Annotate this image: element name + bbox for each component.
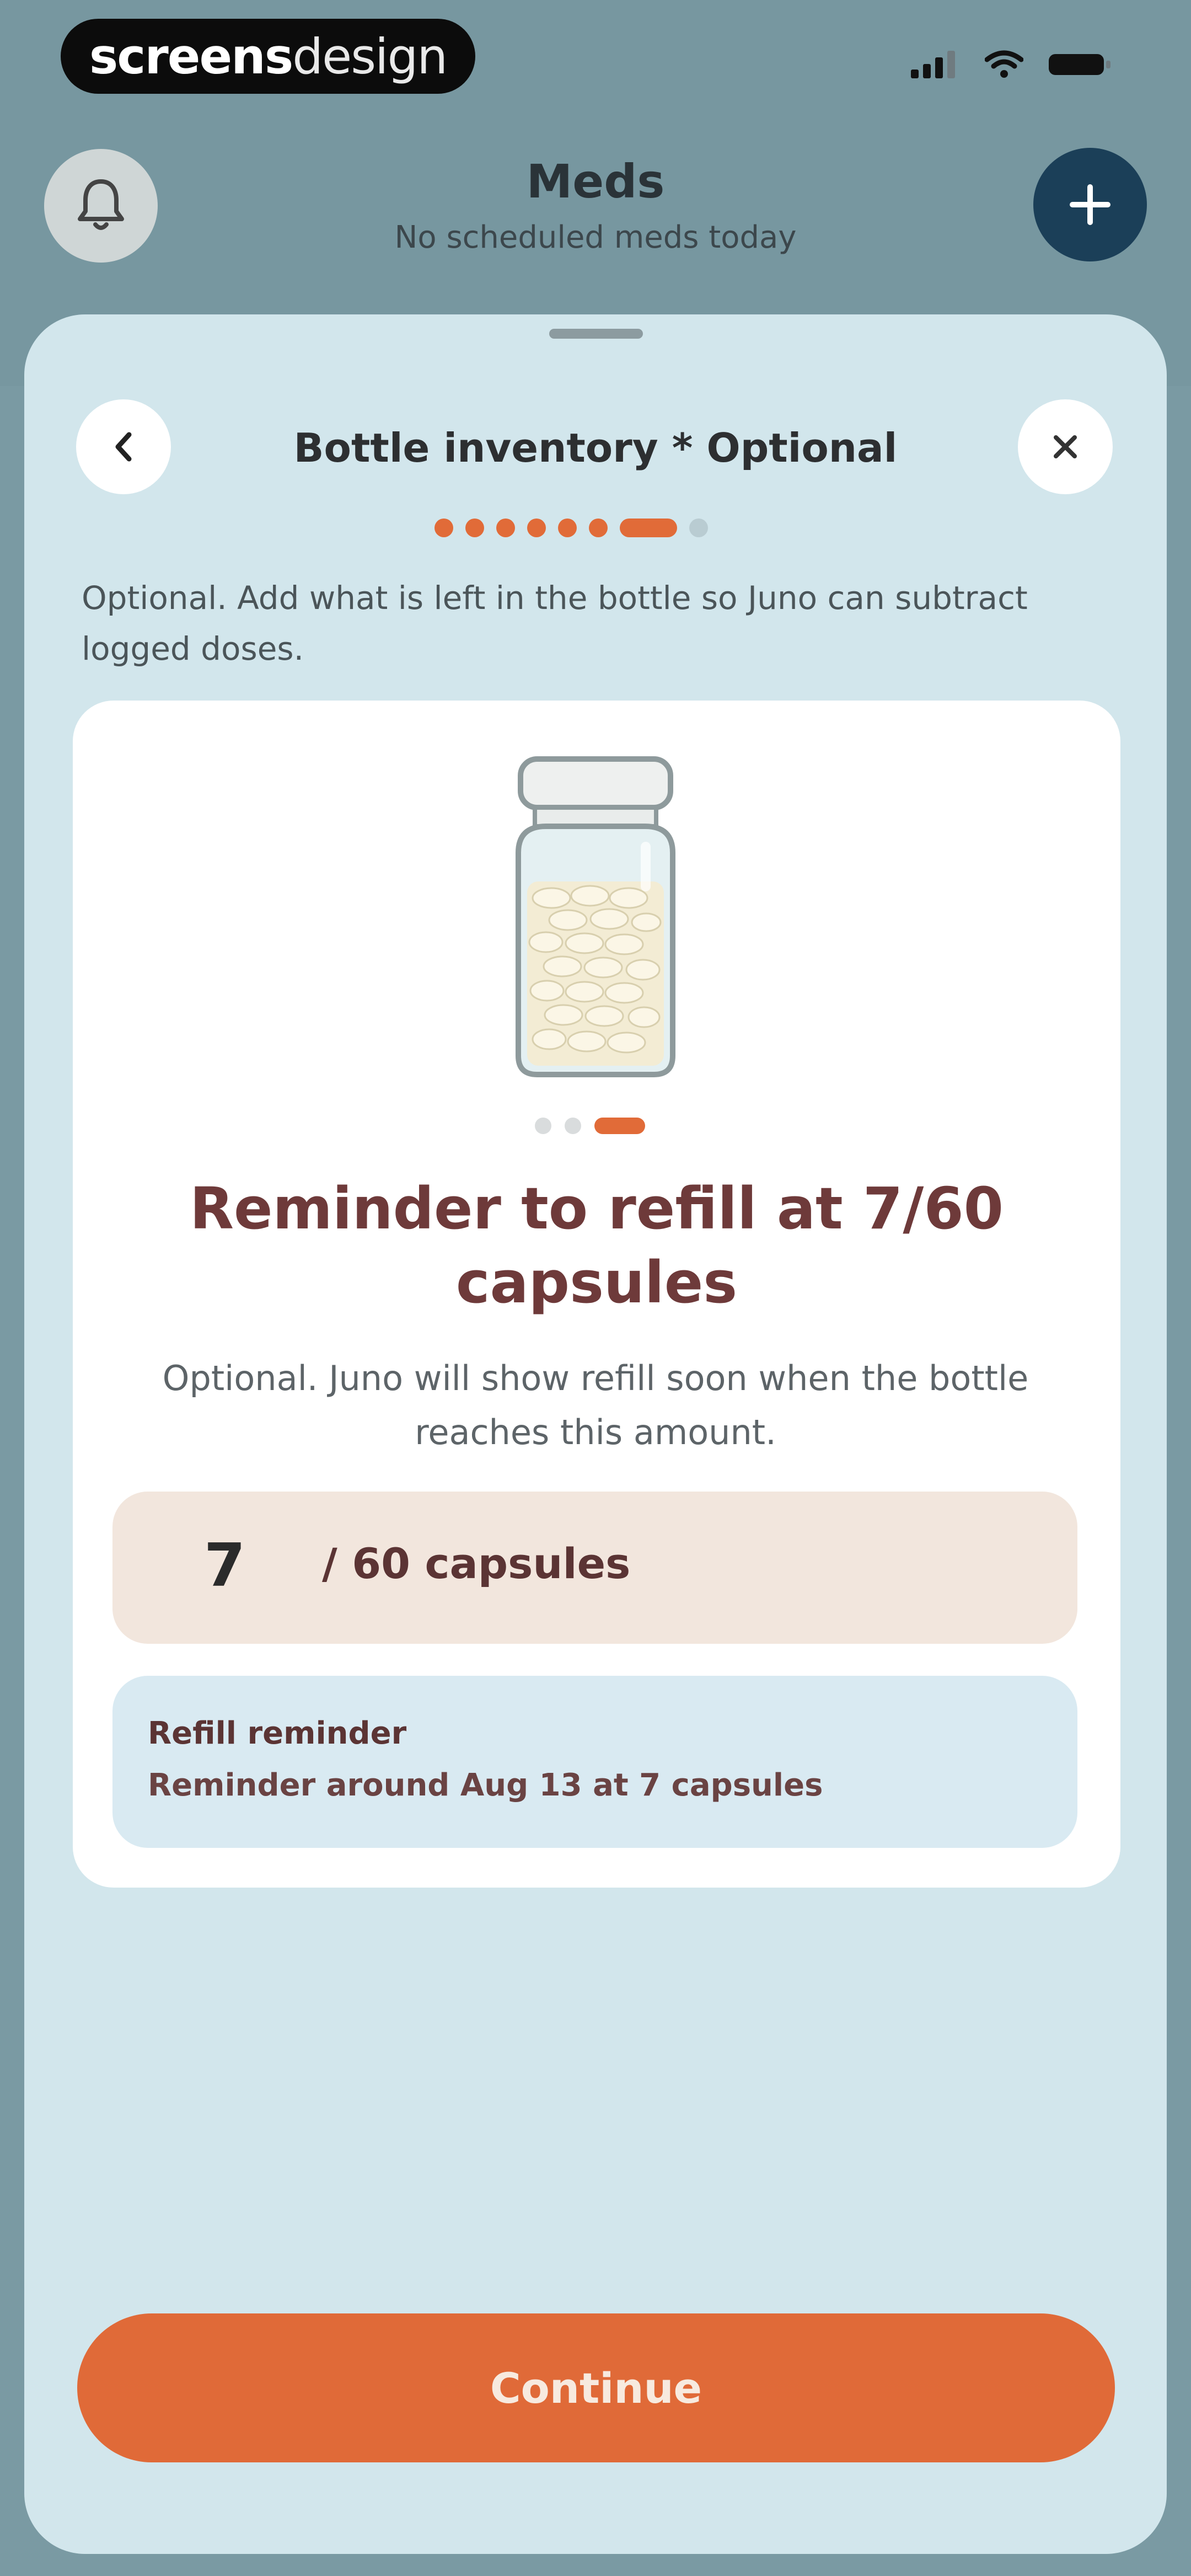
refill-reminder-info <box>112 1676 1077 1848</box>
step-dot <box>558 519 577 537</box>
close-icon <box>1054 435 1077 458</box>
signal-icon <box>911 51 955 78</box>
step-dot <box>589 519 608 537</box>
step-dot <box>465 519 484 537</box>
carousel-dot[interactable] <box>565 1118 581 1134</box>
pill-bottle-illustration <box>516 756 675 1077</box>
refill-headline: Reminder to refill at 7/60 capsules <box>189 1175 1004 1316</box>
refill-subtext: Optional. Juno will show refill soon whe… <box>162 1358 1029 1452</box>
step-dot <box>496 519 515 537</box>
sheet-intro-text: Optional. Add what is left in the bottle… <box>82 579 1028 667</box>
battery-icon <box>1049 54 1110 75</box>
page-subtitle: No scheduled meds today <box>394 220 797 255</box>
illustration-carousel-dots <box>535 1118 645 1134</box>
sheet-grabber[interactable] <box>549 329 643 339</box>
carousel-dot-current[interactable] <box>594 1118 645 1134</box>
refill-amount-unit: / 60 capsules <box>322 1539 631 1588</box>
step-progress <box>434 519 708 537</box>
watermark-badge: screens design <box>61 19 475 94</box>
step-dot-current <box>620 519 677 537</box>
refill-amount-value[interactable]: 7 <box>204 1531 245 1600</box>
watermark-bold: screens <box>89 28 293 85</box>
close-button[interactable] <box>1018 399 1113 494</box>
page-title: Meds <box>526 154 665 209</box>
watermark-light: design <box>292 28 448 85</box>
step-dot <box>434 519 453 537</box>
status-bar <box>911 50 1114 78</box>
refill-reminder-title: Refill reminder <box>148 1715 407 1751</box>
carousel-dot[interactable] <box>535 1118 551 1134</box>
wifi-icon <box>985 50 1023 78</box>
add-med-button[interactable] <box>1033 148 1147 261</box>
step-dot <box>527 519 546 537</box>
sheet-title: Bottle inventory * Optional <box>293 425 898 471</box>
refill-reminder-text: Reminder around Aug 13 at 7 capsules <box>148 1767 823 1803</box>
step-dot <box>689 519 708 537</box>
continue-button[interactable]: Continue <box>77 2313 1115 2462</box>
plus-icon <box>1070 184 1110 225</box>
